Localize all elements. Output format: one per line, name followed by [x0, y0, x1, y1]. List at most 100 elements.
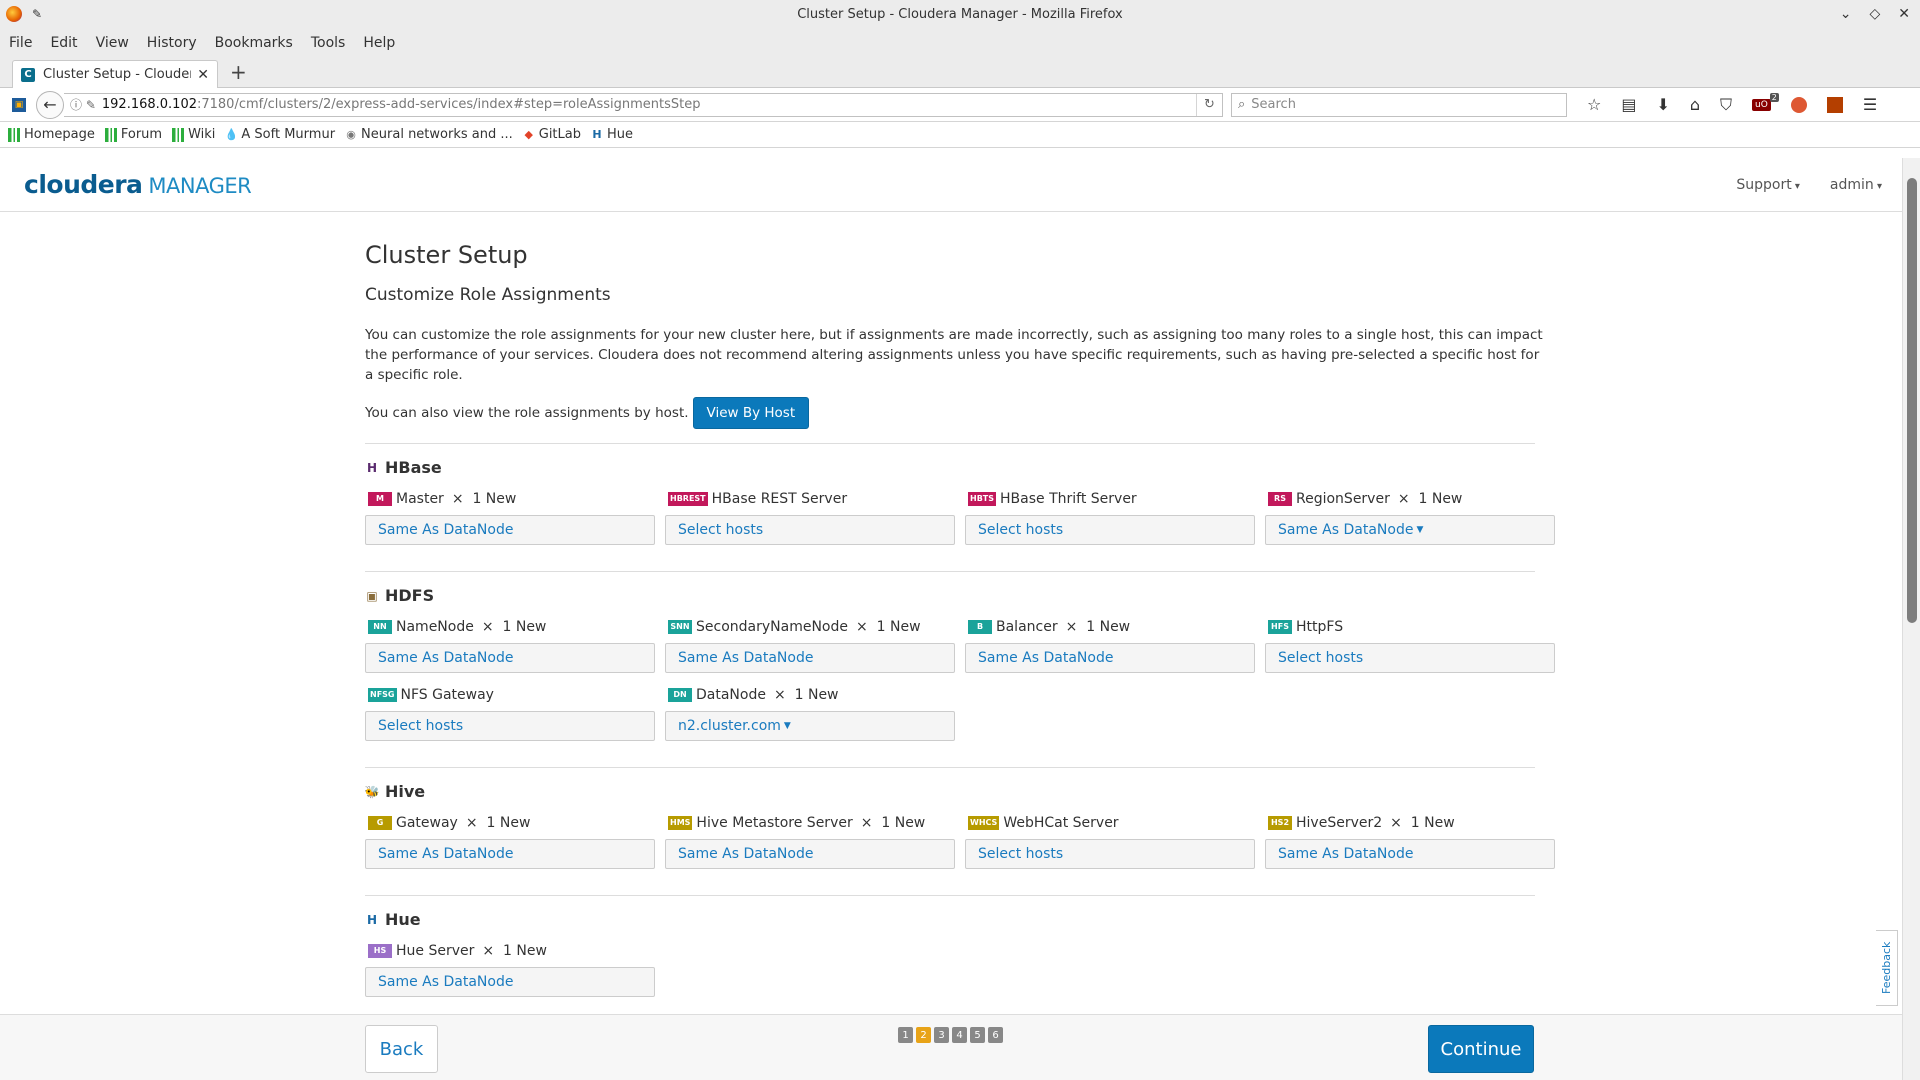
step-1[interactable]: 1	[898, 1027, 913, 1043]
role-hosts-selector[interactable]: Select hosts	[965, 515, 1255, 545]
role-hosts-value: Same As DataNode	[678, 650, 814, 666]
download-icon[interactable]: ⬇	[1656, 95, 1669, 114]
role-badge: G	[368, 816, 392, 830]
minimize-icon[interactable]: ⌄	[1840, 6, 1852, 22]
maximize-icon[interactable]: ◇	[1869, 6, 1880, 22]
extension-icon[interactable]: ▣	[12, 97, 26, 112]
bookmark-hue[interactable]: H Hue	[591, 127, 633, 142]
service-section-hive: 🐝 Hive G Gateway × 1 New Same As DataNode HMS H…	[365, 767, 1555, 881]
page-subtitle: Customize Role Assignments	[365, 285, 611, 305]
role-badge: WHCS	[968, 816, 1000, 830]
role-count: × 1 New	[860, 815, 926, 831]
view-by-host-text: You can also view the role assignments b…	[365, 405, 689, 421]
extension-square-icon[interactable]	[1826, 96, 1843, 113]
bookmarks-bar: Homepage Forum Wiki 💧 A Soft Murmur ◉ Neur…	[0, 122, 1920, 148]
service-name: Hue	[385, 910, 421, 929]
role-badge: B	[968, 620, 992, 634]
page-scrollbar[interactable]	[1902, 158, 1920, 1080]
role-name: HiveServer2	[1296, 815, 1383, 831]
hbase-icon: H	[366, 460, 378, 475]
service-title: 🐝 Hive	[365, 782, 1535, 801]
role-hosts-selector[interactable]: Select hosts	[365, 711, 655, 741]
url-host: 192.168.0.102	[101, 97, 197, 112]
step-2[interactable]: 2	[916, 1027, 931, 1043]
step-4[interactable]: 4	[952, 1027, 967, 1043]
view-by-host-button[interactable]: View By Host	[692, 397, 810, 429]
role-hosts-selector[interactable]: Same As DataNode	[965, 643, 1255, 673]
role-hosts-selector[interactable]: Select hosts	[665, 515, 955, 545]
role-hosts-selector[interactable]: Select hosts	[1265, 643, 1555, 673]
role-label: B Balancer × 1 New	[965, 617, 1255, 637]
duckduckgo-icon[interactable]	[1790, 96, 1807, 113]
role-label: HS Hue Server × 1 New	[365, 941, 655, 961]
tab-close-icon[interactable]: ✕	[197, 67, 209, 83]
continue-button[interactable]: Continue	[1428, 1025, 1534, 1073]
role-label: WHCS WebHCat Server	[965, 813, 1255, 833]
role-hosts-value: Same As DataNode	[978, 650, 1114, 666]
role-hosts-value: Same As DataNode	[378, 650, 514, 666]
user-menu[interactable]: admin	[1830, 177, 1882, 193]
home-icon[interactable]: ⌂	[1690, 95, 1700, 114]
role-hosts-selector[interactable]: Same As DataNode	[665, 839, 955, 869]
role-hosts-selector[interactable]: Same As DataNode	[365, 643, 655, 673]
role-hosts-selector[interactable]: Same As DataNode	[365, 515, 655, 545]
bookmark-wiki[interactable]: Wiki	[172, 127, 215, 142]
cloudera-favicon-icon: C	[21, 67, 35, 82]
role-hosts-selector[interactable]: Same As DataNode	[665, 643, 955, 673]
role-hosts-value: Select hosts	[978, 522, 1064, 538]
role-hosts-selector[interactable]: Same As DataNode	[365, 839, 655, 869]
role-badge: HMS	[668, 816, 693, 830]
reader-list-icon[interactable]: ▤	[1621, 95, 1636, 114]
back-icon[interactable]: ←	[36, 90, 64, 119]
hamburger-menu-icon[interactable]: ☰	[1863, 95, 1877, 114]
url-bar[interactable]: ⓘ ✎ 192.168.0.102:7180/cmf/clusters/2/ex…	[64, 92, 1223, 117]
feedback-tab[interactable]: Feedback	[1876, 930, 1898, 1006]
role-datanode: DN DataNode × 1 New n2.cluster.com ▼	[665, 685, 955, 741]
role-badge: M	[368, 492, 392, 506]
role-count: × 1 New	[855, 619, 921, 635]
bookmark-forum[interactable]: Forum	[104, 127, 162, 142]
role-hosts-selector[interactable]: Same As DataNode ▼	[1265, 515, 1555, 545]
search-placeholder: Search	[1251, 97, 1296, 112]
droplet-icon: 💧	[224, 128, 239, 141]
step-3[interactable]: 3	[934, 1027, 949, 1043]
new-tab-icon[interactable]: +	[230, 60, 247, 84]
page-content: clouderaMANAGER Support admin Cluster Se…	[0, 158, 1902, 1080]
menu-history[interactable]: History	[147, 35, 197, 51]
role-badge: HBTS	[968, 492, 997, 506]
role-count: × 1 New	[451, 491, 517, 507]
browser-tab[interactable]: C Cluster Setup - Cloudera ✕	[12, 60, 218, 88]
menu-bookmarks[interactable]: Bookmarks	[215, 35, 293, 51]
nav-bar: ▣ ← ⓘ ✎ 192.168.0.102:7180/cmf/clusters/…	[0, 88, 1920, 122]
ublock-icon[interactable]: uO 2	[1752, 92, 1779, 111]
bookmark-star-icon[interactable]: ☆	[1587, 95, 1601, 114]
support-menu[interactable]: Support	[1736, 177, 1800, 193]
menu-view[interactable]: View	[96, 35, 129, 51]
pocket-icon[interactable]: ⛉	[1720, 95, 1732, 115]
role-hosts-selector[interactable]: Same As DataNode	[1265, 839, 1555, 869]
bookmark-gitlab[interactable]: ◆ GitLab	[523, 127, 581, 142]
hue-icon: H	[366, 912, 378, 927]
menu-help[interactable]: Help	[363, 35, 395, 51]
menu-edit[interactable]: Edit	[50, 35, 77, 51]
bookmark-neural-networks[interactable]: ◉ Neural networks and ...	[345, 127, 513, 142]
bookmark-homepage[interactable]: Homepage	[8, 127, 95, 142]
gitlab-icon: ◆	[524, 128, 533, 141]
menu-file[interactable]: File	[9, 35, 32, 51]
menu-tools[interactable]: Tools	[311, 35, 346, 51]
scrollbar-thumb[interactable]	[1907, 178, 1917, 623]
role-hosts-selector[interactable]: Select hosts	[965, 839, 1255, 869]
back-button[interactable]: Back	[365, 1025, 438, 1073]
step-5[interactable]: 5	[970, 1027, 985, 1043]
wiki-icon	[172, 127, 185, 142]
page-title: Cluster Setup	[365, 241, 528, 269]
close-window-icon[interactable]: ✕	[1898, 6, 1910, 22]
role-hosts-selector[interactable]: Same As DataNode	[365, 967, 655, 997]
cloudera-logo[interactable]: cloudera MANAGER	[24, 170, 252, 199]
step-6[interactable]: 6	[988, 1027, 1003, 1043]
role-hosts-selector[interactable]: n2.cluster.com ▼	[665, 711, 955, 741]
site-info-icon[interactable]: ⓘ ✎	[70, 96, 96, 113]
search-input[interactable]: ⌕ Search	[1231, 92, 1567, 117]
bookmark-soft-murmur[interactable]: 💧 A Soft Murmur	[225, 127, 335, 142]
reload-icon[interactable]: ↻	[1196, 93, 1222, 116]
